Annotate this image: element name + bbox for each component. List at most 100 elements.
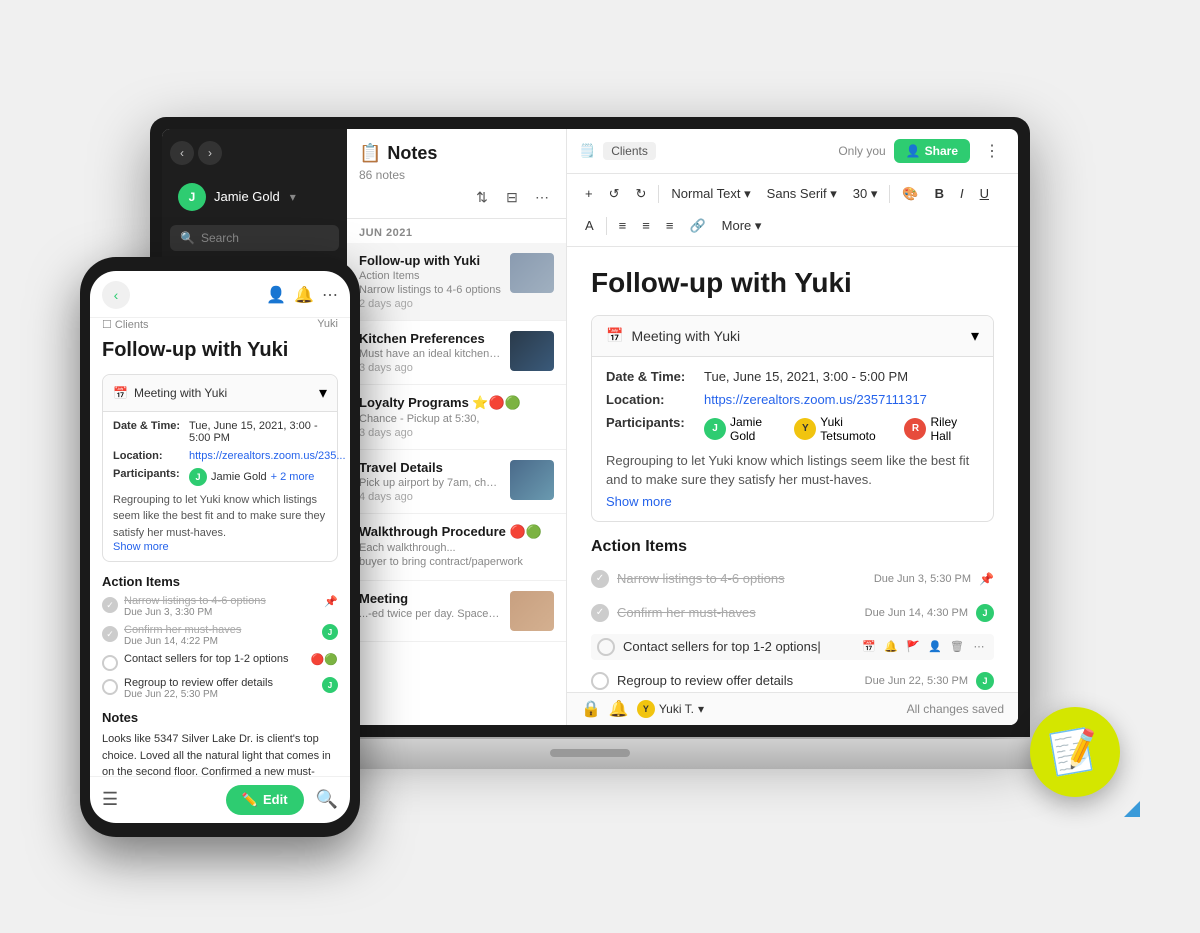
underline-button[interactable]: U bbox=[974, 180, 995, 208]
action-check-2[interactable]: ✓ bbox=[591, 604, 609, 622]
action-flag-icon[interactable]: 🔔 bbox=[882, 638, 900, 656]
action-check-1[interactable]: ✓ bbox=[591, 570, 609, 588]
note-thumb-2 bbox=[510, 331, 554, 371]
mobile-back-button[interactable]: ‹ bbox=[102, 281, 130, 309]
highlight-button[interactable]: A bbox=[579, 212, 600, 240]
mobile-more-icon[interactable]: ⋯ bbox=[322, 285, 338, 305]
mobile-action-1[interactable]: ✓ Narrow listings to 4-6 options Due Jun… bbox=[102, 595, 338, 618]
mobile-more-participants[interactable]: + 2 more bbox=[271, 471, 315, 483]
note-detail-1: Narrow listings to 4-6 options bbox=[359, 284, 502, 296]
italic-button[interactable]: I bbox=[954, 180, 970, 208]
redo-button[interactable]: ↻ bbox=[630, 180, 653, 208]
numbered-list-button[interactable]: ≡ bbox=[636, 212, 656, 240]
mobile-menu-icon[interactable]: ☰ bbox=[102, 789, 118, 810]
mobile-due-1: Due Jun 3, 3:30 PM bbox=[124, 607, 266, 618]
footer-user-avatar: Y bbox=[637, 700, 655, 718]
mobile-action-2[interactable]: ✓ Confirm her must-haves Due Jun 14, 4:2… bbox=[102, 624, 338, 647]
undo-button[interactable]: ↺ bbox=[603, 180, 626, 208]
note-subtitle-1: Action Items bbox=[359, 270, 502, 282]
meeting-card-header[interactable]: 📅 Meeting with Yuki ▾ bbox=[592, 316, 993, 357]
mobile-edit-button[interactable]: ✏️ Edit bbox=[226, 785, 304, 815]
action-delete-icon[interactable]: 🗑 bbox=[948, 638, 966, 656]
mobile-bell-icon[interactable]: 🔔 bbox=[294, 285, 314, 305]
note-item-content-6: Meeting ...-ed twice per day. Space hour… bbox=[359, 591, 502, 622]
calendar-icon: 📅 bbox=[606, 327, 623, 344]
nav-forward-button[interactable]: › bbox=[198, 141, 222, 165]
show-more-button[interactable]: Show more bbox=[606, 494, 979, 509]
mobile-search-icon[interactable]: 🔍 bbox=[316, 789, 338, 810]
editor-footer: 🔒 🔔 Y Yuki T. ▾ All changes saved bbox=[567, 692, 1018, 725]
action-check-4[interactable] bbox=[591, 672, 609, 690]
location-link[interactable]: https://zerealtors.zoom.us/2357111317 bbox=[704, 392, 927, 407]
mobile-topbar-icons: 👤 🔔 ⋯ bbox=[266, 285, 338, 305]
meeting-expand-icon[interactable]: ▾ bbox=[971, 326, 979, 346]
more-button[interactable]: ⋮ bbox=[978, 137, 1006, 165]
action-text-3: Contact sellers for top 1-2 options| bbox=[623, 639, 852, 654]
footer-user-chip[interactable]: Y Yuki T. ▾ bbox=[637, 700, 704, 718]
note-item-1[interactable]: Follow-up with Yuki Action Items Narrow … bbox=[347, 243, 566, 321]
dots-icon[interactable]: ⋯ bbox=[530, 186, 554, 210]
user-profile-row[interactable]: J Jamie Gold ▾ bbox=[170, 177, 339, 217]
participant-avatar-j: J bbox=[704, 418, 726, 440]
mobile-show-more[interactable]: Show more bbox=[113, 541, 327, 553]
action-item-1[interactable]: ✓ Narrow listings to 4-6 options Due Jun… bbox=[591, 566, 994, 592]
note-item-2[interactable]: Kitchen Preferences Must have an ideal k… bbox=[347, 321, 566, 385]
note-thumb-6 bbox=[510, 591, 554, 631]
meeting-card: 📅 Meeting with Yuki ▾ Date & Time: Tue, … bbox=[591, 315, 994, 522]
note-subtitle-6: ...-ed twice per day. Space hours apart.… bbox=[359, 608, 502, 620]
share-button[interactable]: 👤 Share bbox=[894, 139, 970, 163]
mobile-check-2[interactable]: ✓ bbox=[102, 626, 118, 642]
corner-triangle-decoration bbox=[1124, 801, 1140, 817]
note-time-2: 3 days ago bbox=[359, 362, 502, 374]
link-button[interactable]: 🔗 bbox=[683, 212, 711, 240]
indent-button[interactable]: ≡ bbox=[660, 212, 680, 240]
search-box[interactable]: 🔍 Search bbox=[170, 225, 339, 251]
mobile-date-row: Date & Time: Tue, June 15, 2021, 3:00 - … bbox=[113, 420, 327, 444]
mobile-meeting-title: 📅 Meeting with Yuki bbox=[113, 386, 227, 400]
tag-clients[interactable]: Clients bbox=[603, 142, 656, 160]
mobile-action-3[interactable]: Contact sellers for top 1-2 options 🔴🟢 bbox=[102, 653, 338, 671]
mobile-content[interactable]: 📅 Meeting with Yuki ▾ Date & Time: Tue, … bbox=[90, 370, 350, 776]
sort-icon[interactable]: ⇅ bbox=[470, 186, 494, 210]
note-item-6[interactable]: Meeting ...-ed twice per day. Space hour… bbox=[347, 581, 566, 642]
mobile-expand-icon[interactable]: ▾ bbox=[319, 383, 327, 403]
mobile-ai-text-1: Narrow listings to 4-6 options bbox=[124, 595, 266, 607]
mobile-check-3[interactable] bbox=[102, 655, 118, 671]
bullet-list-button[interactable]: ≡ bbox=[613, 212, 633, 240]
note-item-5[interactable]: Walkthrough Procedure 🔴🟢 Each walkthroug… bbox=[347, 514, 566, 581]
mobile-meeting-header[interactable]: 📅 Meeting with Yuki ▾ bbox=[103, 375, 337, 412]
action-more-icon[interactable]: ⋯ bbox=[970, 638, 988, 656]
action-item-3[interactable]: Contact sellers for top 1-2 options| 📅 🔔… bbox=[591, 634, 994, 660]
footer-user-dropdown: ▾ bbox=[698, 702, 704, 716]
filter-icon[interactable]: ⊟ bbox=[500, 186, 524, 210]
bold-button[interactable]: B bbox=[929, 180, 950, 208]
note-item-4[interactable]: Travel Details Pick up airport by 7am, c… bbox=[347, 450, 566, 514]
mobile-check-1[interactable]: ✓ bbox=[102, 597, 118, 613]
action-check-3[interactable] bbox=[597, 638, 615, 656]
action-person-icon[interactable]: 👤 bbox=[926, 638, 944, 656]
note-time-1: 2 days ago bbox=[359, 298, 502, 310]
add-toolbar-button[interactable]: + bbox=[579, 180, 599, 208]
mobile-user-icon[interactable]: 👤 bbox=[266, 285, 286, 305]
mobile-action-items-heading: Action Items bbox=[102, 574, 338, 589]
nav-back-button[interactable]: ‹ bbox=[170, 141, 194, 165]
action-flag2-icon[interactable]: 🚩 bbox=[904, 638, 922, 656]
action-item-2[interactable]: ✓ Confirm her must-haves Due Jun 14, 4:3… bbox=[591, 600, 994, 626]
editor-content[interactable]: Follow-up with Yuki 📅 Meeting with Yuki … bbox=[567, 247, 1018, 692]
action-calendar-icon[interactable]: 📅 bbox=[860, 638, 878, 656]
font-family-dropdown[interactable]: Sans Serif ▾ bbox=[761, 180, 843, 208]
format-normal-dropdown[interactable]: Normal Text ▾ bbox=[665, 180, 756, 208]
action-item-4[interactable]: Regroup to review offer details Due Jun … bbox=[591, 668, 994, 692]
nav-arrows: ‹ › bbox=[170, 141, 339, 165]
color-button[interactable]: 🎨 bbox=[896, 180, 924, 208]
note-item-content-2: Kitchen Preferences Must have an ideal k… bbox=[359, 331, 502, 374]
notes-list-panel: 📋 Notes 86 notes ⇅ ⊟ ⋯ JUN 2021 bbox=[347, 129, 567, 725]
more-formats-button[interactable]: More ▾ bbox=[716, 212, 768, 240]
mobile-action-4[interactable]: Regroup to review offer details Due Jun … bbox=[102, 677, 338, 700]
user-avatar: J bbox=[178, 183, 206, 211]
note-thumb-4 bbox=[510, 460, 554, 500]
note-item-3[interactable]: Loyalty Programs ⭐🔴🟢 Chance - Pickup at … bbox=[347, 385, 566, 450]
mobile-check-4[interactable] bbox=[102, 679, 118, 695]
font-size-dropdown[interactable]: 30 ▾ bbox=[847, 180, 884, 208]
mobile-location-link[interactable]: https://zerealtors.zoom.us/235... bbox=[189, 450, 346, 462]
